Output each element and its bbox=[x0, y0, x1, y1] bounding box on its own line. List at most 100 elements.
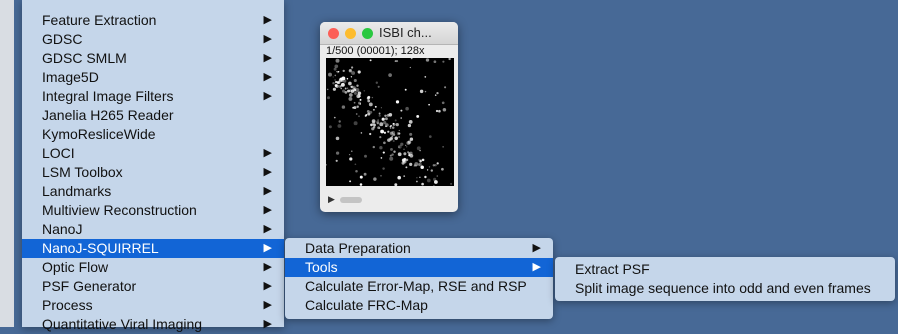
image-speckle bbox=[354, 79, 357, 82]
image-speckle bbox=[435, 94, 437, 96]
image-speckle bbox=[367, 100, 370, 103]
image-speckle bbox=[400, 110, 402, 112]
image-speckle bbox=[443, 108, 447, 112]
image-speckle bbox=[427, 169, 428, 170]
image-speckle bbox=[333, 76, 334, 77]
image-speckle bbox=[363, 90, 365, 92]
menu-item-process[interactable]: Process▶ bbox=[22, 296, 284, 315]
image-speckle bbox=[382, 167, 384, 169]
image-speckle bbox=[365, 115, 367, 117]
menu-item-label: Calculate FRC-Map bbox=[305, 297, 428, 313]
image-speckle bbox=[392, 135, 393, 136]
menu-item-label: LSM Toolbox bbox=[42, 164, 123, 180]
menu-item-nanoj[interactable]: NanoJ▶ bbox=[22, 220, 284, 239]
image-canvas[interactable] bbox=[326, 58, 454, 186]
menu-item-loci[interactable]: LOCI▶ bbox=[22, 144, 284, 163]
image-speckle bbox=[398, 152, 402, 156]
image-speckle bbox=[354, 102, 356, 104]
image-speckle bbox=[380, 130, 384, 134]
tools-submenu: Extract PSF Split image sequence into odd… bbox=[555, 257, 895, 301]
image-speckle bbox=[398, 136, 400, 138]
image-window[interactable]: ISBI ch... 1/500 (00001); 128x ▶ bbox=[320, 22, 458, 212]
menu-item-optic-flow[interactable]: Optic Flow▶ bbox=[22, 258, 284, 277]
menu-item-lsm-toolbox[interactable]: LSM Toolbox ▶ bbox=[22, 163, 284, 182]
image-speckle bbox=[372, 119, 376, 123]
image-speckle bbox=[327, 96, 330, 99]
image-speckle bbox=[349, 93, 353, 97]
image-speckle bbox=[382, 118, 385, 121]
menu-item-feature-extraction[interactable]: Feature Extraction▶ bbox=[22, 11, 284, 30]
image-speckle bbox=[405, 107, 409, 111]
submenu-item-tools[interactable]: Tools▶ bbox=[285, 258, 553, 277]
image-speckle bbox=[383, 141, 386, 144]
image-speckle bbox=[356, 85, 358, 87]
chevron-right-icon: ▶ bbox=[264, 49, 272, 68]
menu-item-nanoj-squirrel[interactable]: NanoJ-SQUIRREL▶ bbox=[22, 239, 284, 258]
tools-item-extract-psf[interactable]: Extract PSF bbox=[555, 260, 895, 279]
chevron-right-icon: ▶ bbox=[264, 144, 272, 163]
menu-item-janelia-h265-reader[interactable]: Janelia H265 Reader bbox=[22, 106, 284, 125]
image-speckle bbox=[403, 152, 406, 155]
zoom-icon[interactable] bbox=[362, 28, 373, 39]
tools-item-split-image-sequence-into-odd-and-even-frames[interactable]: Split image sequence into odd and even f… bbox=[555, 279, 895, 298]
menu-item-label: Landmarks bbox=[42, 183, 111, 199]
image-speckle bbox=[355, 163, 357, 165]
menu-item-label: Data Preparation bbox=[305, 240, 411, 256]
menu-item-kymoreslicewide[interactable]: KymoResliceWide bbox=[22, 125, 284, 144]
image-speckle bbox=[421, 183, 424, 186]
submenu-item-calculate-error-map-rse-and-rsp[interactable]: Calculate Error-Map, RSE and RSP bbox=[285, 277, 553, 296]
image-speckle bbox=[393, 140, 395, 142]
menu-item-label: Integral Image Filters bbox=[42, 88, 174, 104]
image-speckle bbox=[349, 89, 352, 92]
menu-item-gdsc[interactable]: GDSC▶ bbox=[22, 30, 284, 49]
image-speckle bbox=[340, 85, 342, 87]
image-speckle bbox=[367, 97, 370, 100]
image-speckle bbox=[336, 137, 340, 141]
image-speckle bbox=[375, 106, 377, 108]
frame-slider-thumb[interactable] bbox=[340, 197, 362, 203]
menu-item-label: PSF Generator bbox=[42, 278, 136, 294]
minimize-icon[interactable] bbox=[345, 28, 356, 39]
submenu-item-data-preparation[interactable]: Data Preparation▶ bbox=[285, 239, 553, 258]
image-speckle bbox=[370, 59, 372, 61]
image-speckle bbox=[442, 146, 443, 147]
menu-item-psf-generator[interactable]: PSF Generator▶ bbox=[22, 277, 284, 296]
image-speckle bbox=[339, 120, 341, 122]
image-speckle bbox=[396, 123, 399, 126]
image-speckle bbox=[387, 138, 391, 142]
image-speckle bbox=[349, 154, 350, 155]
image-speckle bbox=[444, 86, 446, 88]
image-speckle bbox=[379, 136, 381, 138]
menu-item-gdsc-smlm[interactable]: GDSC SMLM▶ bbox=[22, 49, 284, 68]
chevron-right-icon: ▶ bbox=[264, 163, 272, 182]
image-speckle bbox=[400, 117, 402, 119]
image-speckle bbox=[403, 160, 407, 164]
menu-item-integral-image-filters[interactable]: Integral Image Filters▶ bbox=[22, 87, 284, 106]
image-speckle bbox=[335, 81, 337, 83]
image-speckle bbox=[395, 60, 397, 62]
chevron-right-icon: ▶ bbox=[264, 239, 272, 258]
menu-item-landmarks[interactable]: Landmarks▶ bbox=[22, 182, 284, 201]
image-speckle bbox=[337, 124, 341, 128]
close-icon[interactable] bbox=[328, 28, 339, 39]
chevron-right-icon: ▶ bbox=[264, 30, 272, 49]
image-speckle bbox=[442, 61, 444, 63]
chevron-right-icon: ▶ bbox=[264, 315, 272, 334]
image-speckle bbox=[419, 150, 420, 151]
submenu-item-calculate-frc-map[interactable]: Calculate FRC-Map bbox=[285, 296, 553, 315]
menu-item-image5d[interactable]: Image5D▶ bbox=[22, 68, 284, 87]
menu-item-multiview-reconstruction[interactable]: Multiview Reconstruction▶ bbox=[22, 201, 284, 220]
menu-item-label: Extract PSF bbox=[575, 261, 650, 277]
image-speckle bbox=[355, 170, 358, 173]
image-speckle bbox=[360, 176, 363, 179]
frame-slider[interactable]: ▶ bbox=[326, 194, 452, 206]
image-speckle bbox=[409, 120, 413, 124]
play-icon[interactable]: ▶ bbox=[328, 194, 335, 205]
image-speckle bbox=[396, 100, 399, 103]
image-window-titlebar[interactable]: ISBI ch... bbox=[320, 22, 458, 45]
image-speckle bbox=[416, 177, 417, 178]
menu-item-quantitative-viral-imaging[interactable]: Quantitative Viral Imaging▶ bbox=[22, 315, 284, 334]
image-speckle bbox=[358, 102, 361, 105]
image-speckle bbox=[336, 160, 338, 162]
chevron-right-icon: ▶ bbox=[264, 296, 272, 315]
